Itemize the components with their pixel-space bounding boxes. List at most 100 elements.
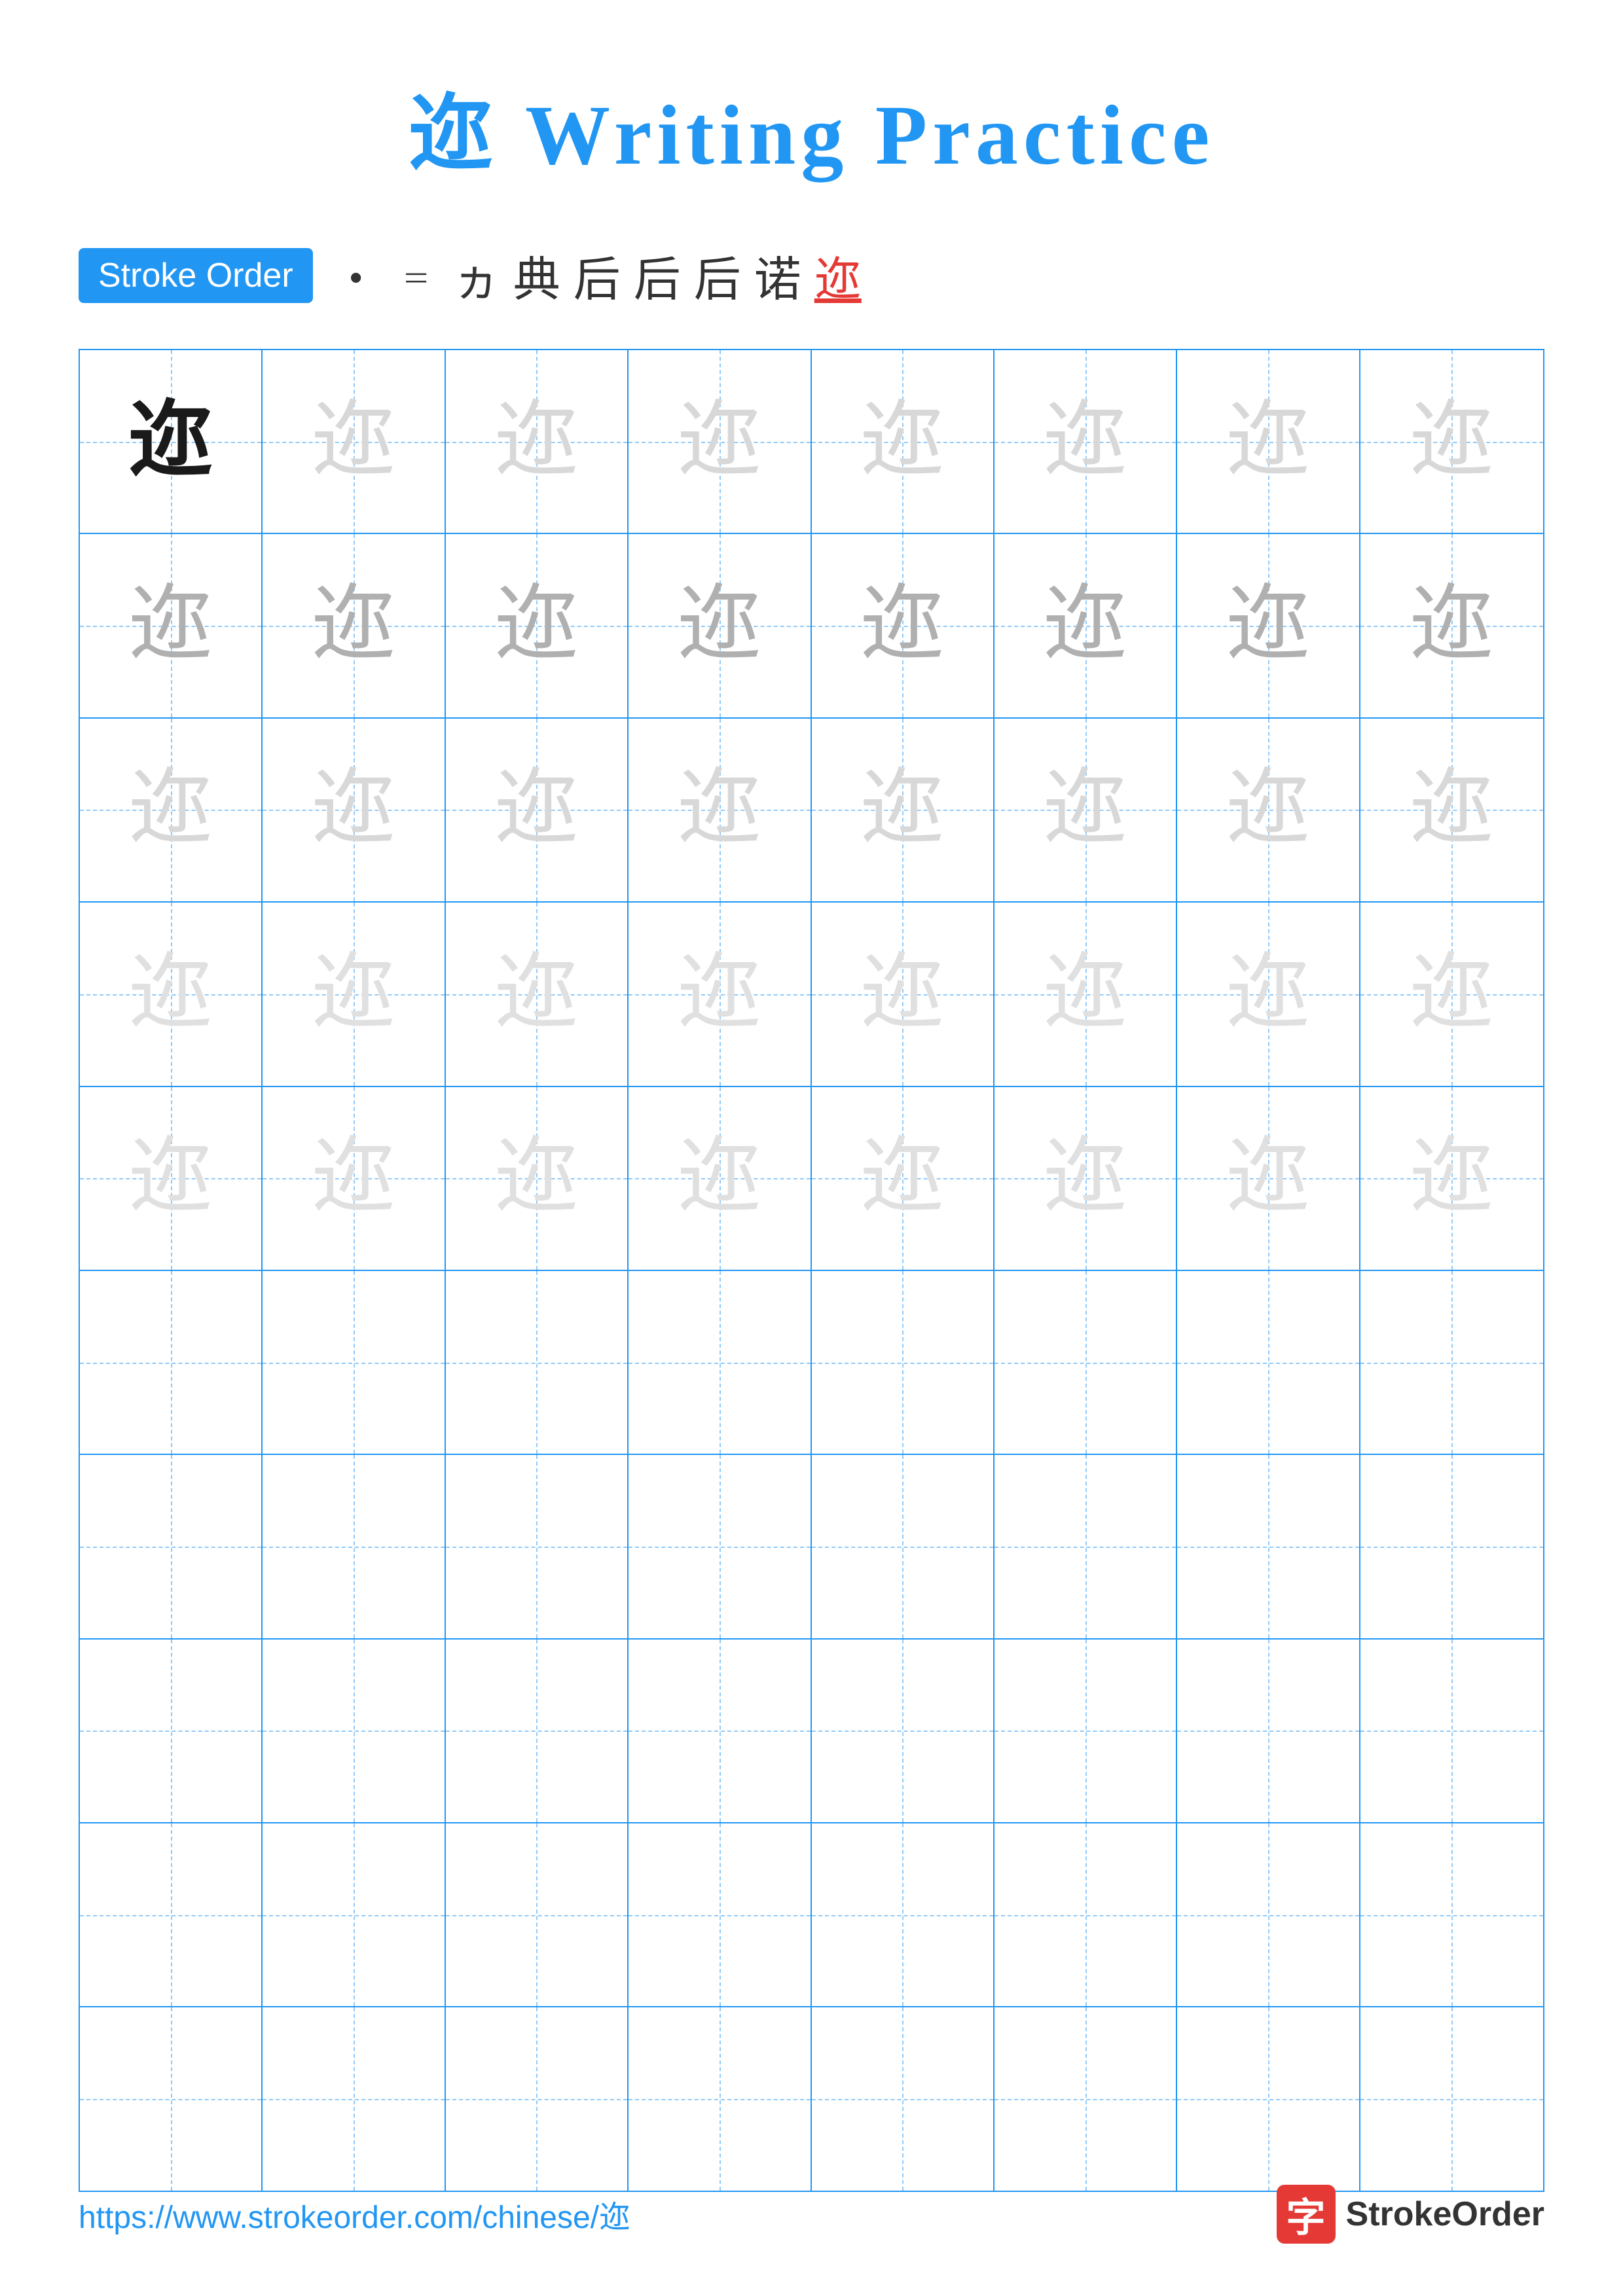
footer: https://www.strokeorder.com/chinese/迩 字 … bbox=[79, 2185, 1544, 2244]
grid-row-3: 迩 迩 迩 迩 迩 迩 迩 迩 bbox=[80, 719, 1543, 903]
grid-cell-1-7[interactable]: 迩 bbox=[1177, 350, 1360, 533]
grid-cell-10-7[interactable] bbox=[1177, 2007, 1360, 2190]
grid-cell-8-8[interactable] bbox=[1360, 1640, 1543, 1822]
grid-cell-5-3[interactable]: 迩 bbox=[446, 1087, 629, 1270]
grid-cell-9-1[interactable] bbox=[80, 1823, 263, 2006]
grid-cell-9-3[interactable] bbox=[446, 1823, 629, 2006]
grid-cell-8-6[interactable] bbox=[994, 1640, 1177, 1822]
grid-cell-1-1[interactable]: 迩 bbox=[80, 350, 263, 533]
grid-cell-2-1[interactable]: 迩 bbox=[80, 534, 263, 717]
grid-cell-9-4[interactable] bbox=[629, 1823, 811, 2006]
grid-cell-7-1[interactable] bbox=[80, 1455, 263, 1638]
grid-cell-5-2[interactable]: 迩 bbox=[263, 1087, 445, 1270]
char-dark: 迩 bbox=[128, 399, 213, 484]
grid-cell-1-3[interactable]: 迩 bbox=[446, 350, 629, 533]
grid-cell-10-5[interactable] bbox=[812, 2007, 994, 2190]
grid-cell-9-7[interactable] bbox=[1177, 1823, 1360, 2006]
grid-cell-4-2[interactable]: 迩 bbox=[263, 903, 445, 1085]
grid-cell-6-2[interactable] bbox=[263, 1271, 445, 1454]
grid-cell-2-8[interactable]: 迩 bbox=[1360, 534, 1543, 717]
grid-cell-3-7[interactable]: 迩 bbox=[1177, 719, 1360, 901]
char-guide: 迩 bbox=[1226, 1136, 1311, 1221]
grid-cell-3-1[interactable]: 迩 bbox=[80, 719, 263, 901]
grid-cell-3-6[interactable]: 迩 bbox=[994, 719, 1177, 901]
grid-cell-5-5[interactable]: 迩 bbox=[812, 1087, 994, 1270]
stroke-sequence: ・ ゠ ヵ 典 后 后 后 诺 迩 bbox=[333, 241, 862, 310]
grid-cell-1-5[interactable]: 迩 bbox=[812, 350, 994, 533]
char-guide: 迩 bbox=[677, 1136, 762, 1221]
grid-cell-3-4[interactable]: 迩 bbox=[629, 719, 811, 901]
grid-cell-4-3[interactable]: 迩 bbox=[446, 903, 629, 1085]
grid-cell-4-4[interactable]: 迩 bbox=[629, 903, 811, 1085]
stroke-8: 诺 bbox=[754, 241, 801, 310]
logo-text: StrokeOrder bbox=[1346, 2195, 1544, 2234]
grid-cell-4-6[interactable]: 迩 bbox=[994, 903, 1177, 1085]
logo-icon: 字 bbox=[1277, 2185, 1336, 2244]
grid-cell-5-8[interactable]: 迩 bbox=[1360, 1087, 1543, 1270]
char-guide: 迩 bbox=[1226, 767, 1311, 852]
grid-cell-10-6[interactable] bbox=[994, 2007, 1177, 2190]
grid-cell-9-2[interactable] bbox=[263, 1823, 445, 2006]
grid-cell-9-6[interactable] bbox=[994, 1823, 1177, 2006]
page: 迩 Writing Practice Stroke Order ・ ゠ ヵ 典 … bbox=[0, 0, 1623, 2296]
grid-cell-8-1[interactable] bbox=[80, 1640, 263, 1822]
grid-row-8 bbox=[80, 1640, 1543, 1823]
grid-cell-3-2[interactable]: 迩 bbox=[263, 719, 445, 901]
grid-cell-4-7[interactable]: 迩 bbox=[1177, 903, 1360, 1085]
grid-cell-6-1[interactable] bbox=[80, 1271, 263, 1454]
char-guide: 迩 bbox=[1226, 583, 1311, 668]
grid-cell-2-4[interactable]: 迩 bbox=[629, 534, 811, 717]
grid-cell-7-3[interactable] bbox=[446, 1455, 629, 1638]
stroke-4: 典 bbox=[513, 241, 560, 310]
grid-cell-8-4[interactable] bbox=[629, 1640, 811, 1822]
grid-cell-10-2[interactable] bbox=[263, 2007, 445, 2190]
grid-cell-8-5[interactable] bbox=[812, 1640, 994, 1822]
grid-cell-7-7[interactable] bbox=[1177, 1455, 1360, 1638]
stroke-order-row: Stroke Order ・ ゠ ヵ 典 后 后 后 诺 迩 bbox=[79, 241, 1544, 310]
grid-cell-6-7[interactable] bbox=[1177, 1271, 1360, 1454]
grid-cell-2-7[interactable]: 迩 bbox=[1177, 534, 1360, 717]
grid-cell-5-7[interactable]: 迩 bbox=[1177, 1087, 1360, 1270]
grid-cell-3-3[interactable]: 迩 bbox=[446, 719, 629, 901]
grid-cell-7-5[interactable] bbox=[812, 1455, 994, 1638]
grid-cell-6-4[interactable] bbox=[629, 1271, 811, 1454]
grid-cell-7-4[interactable] bbox=[629, 1455, 811, 1638]
grid-cell-2-5[interactable]: 迩 bbox=[812, 534, 994, 717]
grid-cell-5-6[interactable]: 迩 bbox=[994, 1087, 1177, 1270]
grid-cell-3-8[interactable]: 迩 bbox=[1360, 719, 1543, 901]
char-guide: 迩 bbox=[128, 1136, 213, 1221]
grid-cell-4-8[interactable]: 迩 bbox=[1360, 903, 1543, 1085]
grid-cell-7-8[interactable] bbox=[1360, 1455, 1543, 1638]
grid-cell-2-6[interactable]: 迩 bbox=[994, 534, 1177, 717]
grid-cell-10-3[interactable] bbox=[446, 2007, 629, 2190]
grid-cell-5-1[interactable]: 迩 bbox=[80, 1087, 263, 1270]
grid-cell-1-4[interactable]: 迩 bbox=[629, 350, 811, 533]
grid-cell-1-2[interactable]: 迩 bbox=[263, 350, 445, 533]
footer-url[interactable]: https://www.strokeorder.com/chinese/迩 bbox=[79, 2191, 630, 2237]
grid-cell-4-1[interactable]: 迩 bbox=[80, 903, 263, 1085]
grid-cell-5-4[interactable]: 迩 bbox=[629, 1087, 811, 1270]
grid-cell-3-5[interactable]: 迩 bbox=[812, 719, 994, 901]
grid-row-7 bbox=[80, 1455, 1543, 1639]
grid-cell-7-6[interactable] bbox=[994, 1455, 1177, 1638]
grid-cell-9-8[interactable] bbox=[1360, 1823, 1543, 2006]
grid-cell-7-2[interactable] bbox=[263, 1455, 445, 1638]
grid-cell-4-5[interactable]: 迩 bbox=[812, 903, 994, 1085]
grid-cell-1-6[interactable]: 迩 bbox=[994, 350, 1177, 533]
grid-cell-10-1[interactable] bbox=[80, 2007, 263, 2190]
grid-cell-6-3[interactable] bbox=[446, 1271, 629, 1454]
grid-cell-2-2[interactable]: 迩 bbox=[263, 534, 445, 717]
char-guide: 迩 bbox=[860, 952, 945, 1037]
grid-cell-10-4[interactable] bbox=[629, 2007, 811, 2190]
grid-cell-2-3[interactable]: 迩 bbox=[446, 534, 629, 717]
grid-cell-8-7[interactable] bbox=[1177, 1640, 1360, 1822]
grid-cell-6-6[interactable] bbox=[994, 1271, 1177, 1454]
grid-cell-8-3[interactable] bbox=[446, 1640, 629, 1822]
grid-cell-10-8[interactable] bbox=[1360, 2007, 1543, 2190]
grid-cell-9-5[interactable] bbox=[812, 1823, 994, 2006]
grid-cell-6-5[interactable] bbox=[812, 1271, 994, 1454]
grid-cell-1-8[interactable]: 迩 bbox=[1360, 350, 1543, 533]
page-title: 迩 Writing Practice bbox=[409, 65, 1215, 188]
grid-cell-6-8[interactable] bbox=[1360, 1271, 1543, 1454]
grid-cell-8-2[interactable] bbox=[263, 1640, 445, 1822]
